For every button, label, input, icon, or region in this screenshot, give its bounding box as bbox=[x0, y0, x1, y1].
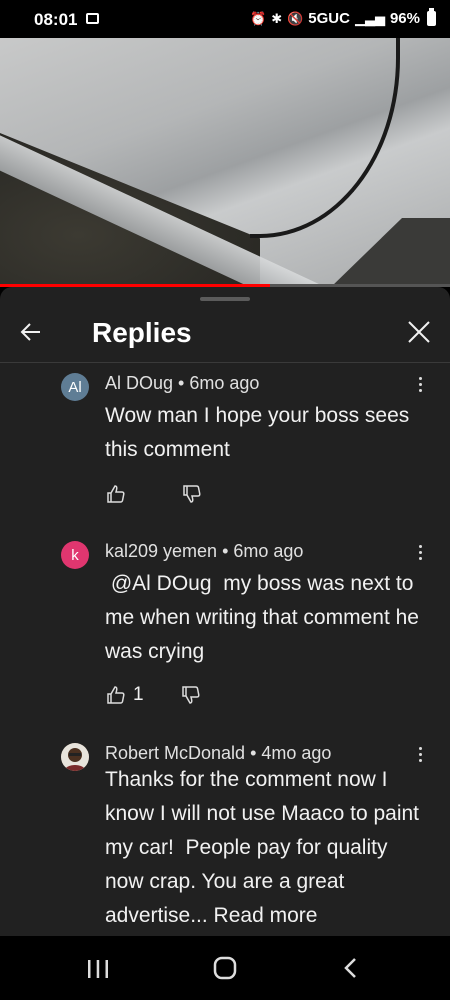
comment-item: Al Al DOug • 6mo ago Wow man I hope your… bbox=[0, 373, 450, 503]
comment-actions bbox=[105, 483, 203, 505]
avatar[interactable]: k bbox=[61, 541, 89, 569]
battery-icon bbox=[427, 8, 436, 26]
nav-back-icon[interactable] bbox=[339, 956, 363, 980]
dislike-icon[interactable] bbox=[181, 483, 203, 505]
comment-text: @Al DOug my boss was next to me when wri… bbox=[105, 572, 425, 663]
like-icon[interactable] bbox=[105, 483, 127, 505]
replies-header: Replies bbox=[0, 309, 450, 363]
status-time: 08:01 bbox=[34, 10, 78, 29]
dislike-icon[interactable] bbox=[180, 684, 202, 706]
more-options-icon[interactable] bbox=[412, 543, 428, 565]
video-frame-road bbox=[330, 218, 450, 284]
system-nav-bar bbox=[0, 936, 450, 1000]
comment-text: Wow man I hope your boss sees this comme… bbox=[105, 404, 416, 461]
bluetooth-icon: ✱ bbox=[271, 10, 283, 26]
like-count: 1 bbox=[133, 684, 144, 705]
recent-apps-icon[interactable] bbox=[86, 958, 110, 980]
video-frame-door-edge bbox=[250, 38, 400, 238]
avatar[interactable]: Al bbox=[61, 373, 89, 401]
video-player[interactable] bbox=[0, 38, 450, 284]
status-indicators: ⏰ ✱ 🔇 5GUC ▁▃▅ 96% bbox=[250, 8, 436, 27]
gallery-notification-icon bbox=[86, 13, 99, 24]
alarm-icon: ⏰ bbox=[250, 10, 267, 26]
page-title: Replies bbox=[92, 317, 192, 348]
comment-meta[interactable]: Robert McDonald • 4mo ago bbox=[105, 743, 331, 764]
comment-meta[interactable]: Al DOug • 6mo ago bbox=[105, 373, 259, 394]
comment-meta[interactable]: kal209 yemen • 6mo ago bbox=[105, 541, 303, 562]
home-icon[interactable] bbox=[213, 955, 237, 981]
mute-icon: 🔇 bbox=[287, 10, 304, 26]
avatar-initials: k bbox=[71, 546, 79, 564]
avatar-initials: Al bbox=[68, 378, 82, 396]
avatar[interactable] bbox=[61, 743, 89, 771]
drag-handle[interactable] bbox=[200, 297, 250, 301]
comment-actions: 1 bbox=[105, 684, 202, 706]
like-icon[interactable] bbox=[105, 684, 127, 706]
comment-item: k kal209 yemen • 6mo ago @Al DOug my bos… bbox=[0, 541, 450, 711]
battery-label: 96% bbox=[389, 10, 420, 27]
profile-photo-icon bbox=[61, 743, 89, 771]
replies-panel: Replies Al Al DOug • 6mo ago Wow man I h… bbox=[0, 287, 450, 936]
signal-icon: ▁▃▅ bbox=[354, 10, 385, 26]
comment-item: Robert McDonald • 4mo ago Thanks for the… bbox=[0, 743, 450, 933]
more-options-icon[interactable] bbox=[412, 375, 428, 397]
comment-text[interactable]: Thanks for the comment now I know I will… bbox=[105, 763, 425, 933]
network-label: 5GUC bbox=[308, 10, 350, 27]
status-bar: 08:01 ⏰ ✱ 🔇 5GUC ▁▃▅ 96% bbox=[0, 0, 450, 38]
close-icon[interactable] bbox=[402, 315, 436, 349]
back-arrow-icon[interactable] bbox=[14, 315, 48, 349]
